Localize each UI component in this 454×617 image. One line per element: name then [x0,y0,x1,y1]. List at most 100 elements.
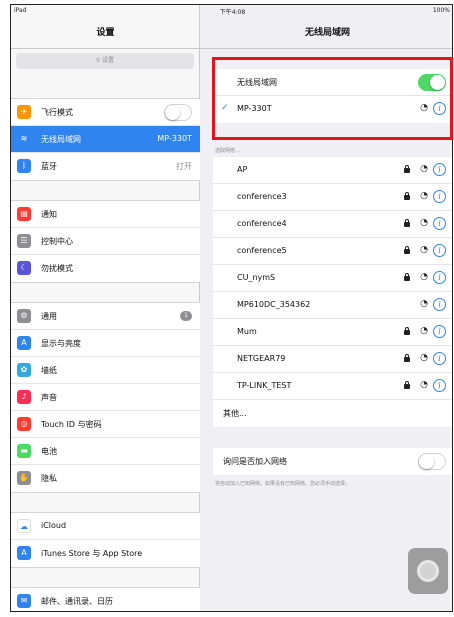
sidebar-item-control-center[interactable]: ☰ 控制中心 [11,228,200,255]
wifi-icon: ≋ [17,132,31,146]
sidebar-group-general: ⚙ 通用 1 A 显示与亮度 ✿ 墙纸 ♪ 声音 ◎ Touch ID 与密码 … [11,302,200,493]
sidebar-item-label: iTunes Store 与 App Store [41,549,143,558]
touch-id-icon: ◎ [17,417,31,431]
mail-icon: ✉ [17,594,31,608]
network-list: AP ◔ i conference3 ◔ i conference4 ◔ i c… [213,157,452,427]
app-store-icon: A [17,546,31,560]
lock-icon [404,273,410,281]
bluetooth-icon: ᛒ [17,159,31,173]
wifi-signal-icon: ◔ [420,164,428,174]
network-name: conference3 [237,192,287,201]
airplane-mode-toggle[interactable] [164,104,192,121]
sidebar-item-label: 飞行模式 [41,108,73,117]
sidebar-item-label: iCloud [41,521,67,530]
sidebar-item-touch-id[interactable]: ◎ Touch ID 与密码 [11,411,200,438]
sidebar-item-wifi[interactable]: ≋ 无线局域网 MP-330T [11,126,200,153]
status-time: 下午4:08 [219,9,246,16]
network-name: NETGEAR79 [237,354,286,363]
status-bar: iPad 下午4:08 100% [11,5,452,17]
network-row[interactable]: TP-LINK_TEST ◔ i [213,373,452,400]
sidebar-item-notifications[interactable]: ▤ 通知 [11,201,200,228]
sidebar-item-app-store[interactable]: A iTunes Store 与 App Store [11,540,200,567]
airplane-icon: ✈ [17,105,31,119]
sidebar-item-label: 通用 [41,312,57,321]
wifi-signal-icon: ◔ [420,272,428,282]
network-name: Mum [237,327,257,336]
lock-icon [404,327,410,335]
lock-icon [404,219,410,227]
icloud-icon: ☁ [17,519,31,533]
sidebar-item-mail[interactable]: ✉ 邮件、通讯录、日历 [11,588,200,611]
network-row[interactable]: Mum ◔ i [213,319,452,346]
sidebar-item-bluetooth[interactable]: ᛒ 蓝牙 打开 [11,153,200,180]
sidebar-item-general[interactable]: ⚙ 通用 1 [11,303,200,330]
network-row[interactable]: conference3 ◔ i [213,184,452,211]
sidebar-item-label: Touch ID 与密码 [41,420,102,429]
sidebar-item-display[interactable]: A 显示与亮度 [11,330,200,357]
network-row[interactable]: CU_nymS ◔ i [213,265,452,292]
ask-to-join-note: 将自动加入已知网络。如果没有已知网络，您必须手动选择。 [215,481,351,487]
display-icon: A [17,336,31,350]
sidebar-item-label: 隐私 [41,474,57,483]
sidebar-item-privacy[interactable]: ✋ 隐私 [11,465,200,492]
network-name: TP-LINK_TEST [237,381,292,390]
sidebar-item-do-not-disturb[interactable]: ☾ 勿扰模式 [11,255,200,282]
network-name: MP610DC_354362 [237,300,311,309]
network-row[interactable]: AP ◔ i [213,157,452,184]
info-icon[interactable]: i [433,190,446,203]
other-network-row[interactable]: 其他... [213,400,452,427]
assistive-touch-button[interactable] [408,548,448,594]
sidebar-title: 设置 [96,28,115,38]
sidebar-item-label: 蓝牙 [41,162,57,171]
sidebar-item-wallpaper[interactable]: ✿ 墙纸 [11,357,200,384]
lock-icon [404,354,410,362]
info-icon[interactable]: i [433,244,446,257]
sounds-icon: ♪ [17,390,31,404]
lock-icon [404,381,410,389]
network-name: conference4 [237,219,287,228]
network-name: CU_nymS [237,273,276,282]
network-row[interactable]: NETGEAR79 ◔ i [213,346,452,373]
sidebar-item-label: 通知 [41,210,57,219]
network-row[interactable]: conference4 ◔ i [213,211,452,238]
sidebar-item-label: 控制中心 [41,237,73,246]
sidebar-item-sounds[interactable]: ♪ 声音 [11,384,200,411]
highlight-box [212,57,453,140]
ask-to-join-row: 询问是否加入网络 [213,448,452,475]
network-row[interactable]: MP610DC_354362 ◔ i [213,292,452,319]
sidebar-group-connectivity: ✈ 飞行模式 ≋ 无线局域网 MP-330T ᛒ 蓝牙 打开 [11,98,200,181]
sidebar-item-battery[interactable]: ▬ 电池 [11,438,200,465]
wifi-signal-icon: ◔ [420,245,428,255]
network-name: AP [237,165,248,174]
other-network-label: 其他... [223,409,247,418]
wifi-signal-icon: ◔ [420,326,428,336]
sidebar-item-label: 勿扰模式 [41,264,73,273]
info-icon[interactable]: i [433,271,446,284]
gear-icon: ⚙ [17,309,31,323]
info-icon[interactable]: i [433,217,446,230]
sidebar-item-label: 邮件、通讯录、日历 [41,597,113,606]
wifi-signal-icon: ◔ [420,299,428,309]
search-input[interactable]: ⚲ 设置 [16,53,194,69]
lock-icon [404,192,410,200]
info-icon[interactable]: i [433,379,446,392]
sidebar-group-accounts: ☁ iCloud A iTunes Store 与 App Store [11,512,200,568]
info-icon[interactable]: i [433,163,446,176]
ask-to-join-toggle[interactable] [418,453,446,470]
network-name: conference5 [237,246,287,255]
sidebar-item-label: 显示与亮度 [41,339,81,348]
lock-icon [404,165,410,173]
info-icon[interactable]: i [433,352,446,365]
battery-level: 100% [432,7,450,14]
battery-icon: ▬ [17,444,31,458]
wifi-signal-icon: ◔ [420,353,428,363]
sidebar-item-airplane-mode[interactable]: ✈ 飞行模式 [11,99,200,126]
network-row[interactable]: conference5 ◔ i [213,238,452,265]
info-icon[interactable]: i [433,298,446,311]
privacy-hand-icon: ✋ [17,471,31,485]
settings-sidebar: 设置 ⚲ 设置 ✈ 飞行模式 ≋ 无线局域网 MP-330T ᛒ 蓝牙 打开 ▤… [11,5,200,611]
sidebar-item-icloud[interactable]: ☁ iCloud [11,513,200,540]
sidebar-item-value: 打开 [176,162,192,171]
do-not-disturb-icon: ☾ [17,261,31,275]
info-icon[interactable]: i [433,325,446,338]
